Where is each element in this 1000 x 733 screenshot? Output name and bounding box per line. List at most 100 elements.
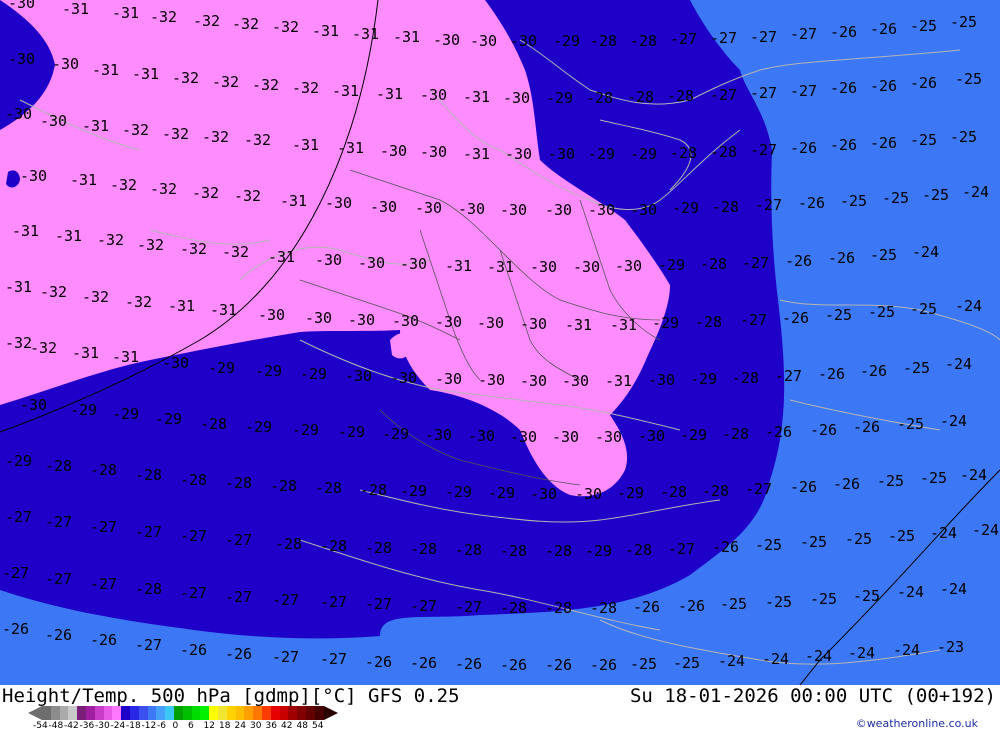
contour-label: -28 (712, 198, 739, 216)
scale-tick: 30 (250, 721, 262, 731)
scale-tick: -12 (141, 721, 157, 731)
contour-label: -29 (112, 405, 139, 423)
forecast-datetime: Su 18-01-2026 00:00 UTC (00+192) (629, 685, 996, 707)
contour-label: -31 (337, 139, 364, 157)
contour-label: -31 (72, 344, 99, 362)
contour-label: -28 (410, 540, 437, 558)
contour-label: -30 (505, 145, 532, 163)
contour-label: -30 (458, 200, 485, 218)
contour-label: -29 (546, 89, 573, 107)
contour-label: -32 (292, 79, 319, 97)
contour-label: -29 (617, 484, 644, 502)
contour-label: -26 (833, 475, 860, 493)
scale-swatch (270, 706, 280, 720)
contour-label: -27 (180, 527, 207, 545)
contour-label: -25 (630, 655, 657, 673)
contour-label: -32 (122, 121, 149, 139)
contour-label: -30 (370, 198, 397, 216)
contour-label: -26 (633, 598, 660, 616)
scale-swatch (165, 706, 174, 720)
contour-label: -27 (750, 28, 777, 46)
scale-swatch (217, 706, 227, 720)
contour-label: -32 (150, 180, 177, 198)
contour-label: -31 (5, 278, 32, 296)
contour-label: -27 (45, 570, 72, 588)
contour-label: -32 (193, 12, 220, 30)
contour-label: -31 (487, 258, 514, 276)
contour-label: -27 (750, 84, 777, 102)
scale-swatch (253, 706, 262, 720)
contour-label: -30 (530, 258, 557, 276)
scale-ticks: -54 -48 -42 -36 -30 -24 -18 -12 -6 0 6 12 18 24 30 36 42… (33, 721, 328, 731)
contour-label: -30 (20, 396, 47, 414)
scale-swatch (138, 706, 148, 720)
contour-label: -30 (392, 312, 419, 330)
scale-tick: -6 (157, 721, 166, 731)
contour-label: -32 (180, 240, 207, 258)
contour-label: -28 (667, 87, 694, 105)
footer-bar: Height/Temp. 500 hPa [gdmp][°C] GFS 0.25… (0, 685, 1000, 733)
contour-label: -31 (332, 82, 359, 100)
scale-tick: 48 (296, 721, 308, 731)
contour-label: -32 (212, 73, 239, 91)
contour-label: -24 (718, 652, 745, 670)
contour-label: -24 (940, 412, 967, 430)
scale-tick: 18 (219, 721, 231, 731)
map-title: Height/Temp. 500 hPa [gdmp][°C] GFS 0.25 (2, 685, 460, 707)
contour-label: -31 (12, 222, 39, 240)
contour-label: -30 (548, 145, 575, 163)
contour-label: -26 (500, 656, 527, 674)
contour-label: -27 (710, 86, 737, 104)
contour-label: -28 (545, 599, 572, 617)
contour-label: -26 (782, 309, 809, 327)
contour-label: -30 (503, 89, 530, 107)
contour-label: -28 (590, 32, 617, 50)
contour-label: -30 (520, 372, 547, 390)
contour-label: -30 (500, 201, 527, 219)
contour-label: -27 (272, 648, 299, 666)
contour-label: -28 (722, 425, 749, 443)
contour-label: -29 (658, 256, 685, 274)
scale-swatch (94, 706, 104, 720)
scale-tick: 36 (265, 721, 277, 731)
contour-label: -28 (455, 541, 482, 559)
contour-label: -27 (745, 480, 772, 498)
contour-label: -32 (30, 339, 57, 357)
contour-label: -30 (615, 257, 642, 275)
scale-tick: 0 (172, 721, 179, 731)
contour-label: -29 (585, 542, 612, 560)
scale-swatch (147, 706, 157, 720)
contour-label: -30 (380, 142, 407, 160)
contour-label: -26 (790, 139, 817, 157)
contour-label: -27 (790, 25, 817, 43)
contour-label: -24 (762, 650, 789, 668)
contour-label: -25 (897, 415, 924, 433)
contour-label: -25 (950, 13, 977, 31)
credit-text[interactable]: ©weatheronline.co.uk (856, 717, 978, 730)
contour-label: -28 (710, 143, 737, 161)
contour-label: -32 (97, 231, 124, 249)
contour-label: -32 (192, 184, 219, 202)
contour-label: -30 (5, 105, 32, 123)
contour-label: -26 (410, 654, 437, 672)
contour-label: -27 (2, 564, 29, 582)
scale-swatch (173, 706, 183, 720)
color-scale (28, 706, 338, 720)
contour-label: -25 (920, 469, 947, 487)
contour-label: -30 (545, 201, 572, 219)
contour-label: -25 (755, 536, 782, 554)
contour-label: -29 (338, 423, 365, 441)
contour-label: -26 (810, 421, 837, 439)
contour-label: -30 (478, 371, 505, 389)
contour-label: -31 (393, 28, 420, 46)
contour-label: -32 (244, 131, 271, 149)
contour-label: -26 (870, 20, 897, 38)
contour-label: -28 (90, 461, 117, 479)
contour-label: -30 (562, 372, 589, 390)
contour-label: -30 (595, 428, 622, 446)
contour-label: -24 (805, 647, 832, 665)
contour-label: -30 (390, 369, 417, 387)
contour-label: -26 (45, 626, 72, 644)
contour-label: -28 (660, 483, 687, 501)
scale-tick: 42 (281, 721, 293, 731)
